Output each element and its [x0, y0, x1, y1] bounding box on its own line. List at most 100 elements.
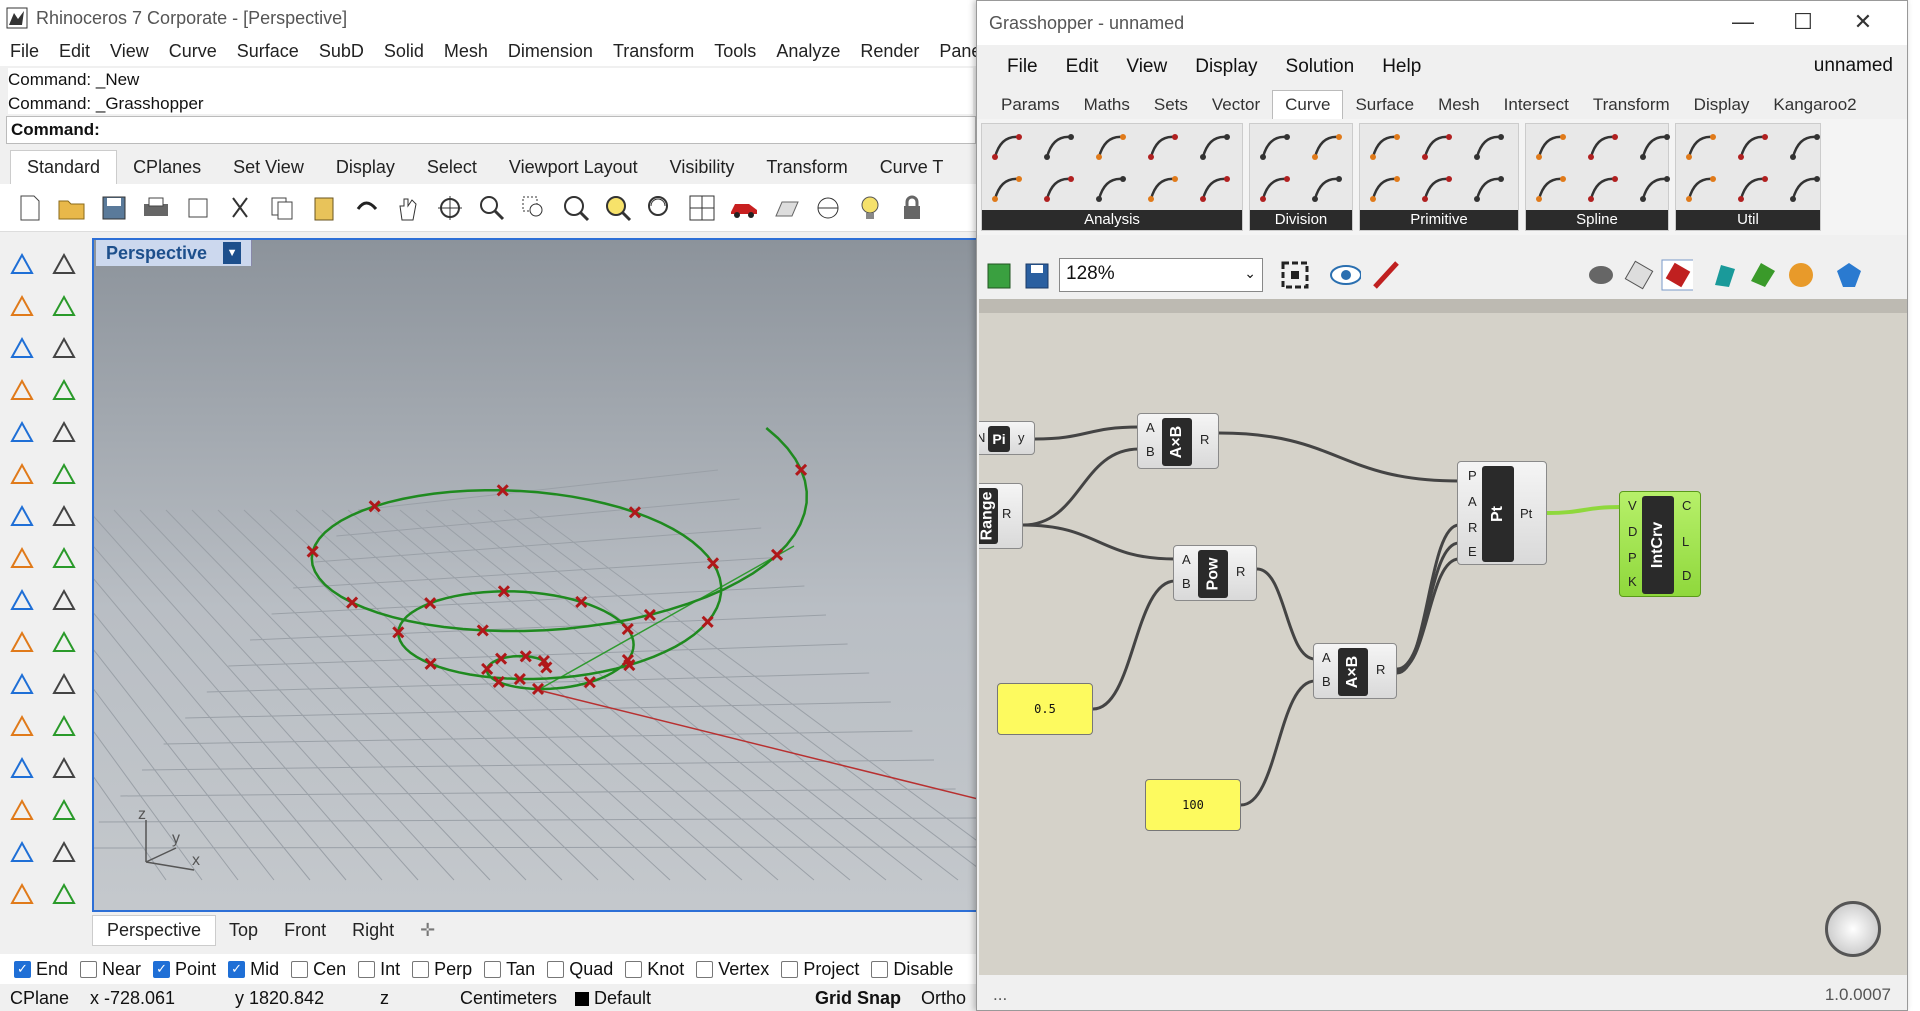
group-icon[interactable]	[46, 666, 82, 702]
box-icon[interactable]	[4, 498, 40, 534]
gh-tab-intersect[interactable]: Intersect	[1492, 91, 1581, 119]
command-input[interactable]: Command:	[6, 116, 976, 144]
menu-subd[interactable]: SubD	[309, 41, 374, 62]
menu-edit[interactable]: Edit	[49, 41, 100, 62]
grid-plane-icon[interactable]	[770, 192, 802, 224]
viewport-tab-right[interactable]: Right	[339, 920, 407, 941]
gh-wire[interactable]	[1240, 679, 1316, 807]
gh-tab-params[interactable]: Params	[989, 91, 1072, 119]
gh-tab-display[interactable]: Display	[1682, 91, 1762, 119]
checkbox[interactable]	[871, 960, 889, 978]
gh-component-range[interactable]: Range R	[979, 483, 1023, 549]
gh-tab-curve[interactable]: Curve	[1272, 90, 1344, 119]
menu-file[interactable]: File	[0, 41, 49, 62]
surface-edit-icon[interactable]	[46, 456, 82, 492]
checkbox[interactable]: ✓	[228, 960, 246, 978]
import-icon[interactable]	[182, 192, 214, 224]
gh-component-interpolate-curve[interactable]: V D P K IntCrv C L D	[1619, 491, 1701, 597]
curve-component-icon[interactable]	[1639, 173, 1671, 205]
curve-component-icon[interactable]	[1737, 131, 1769, 163]
gh-menu-solution[interactable]: Solution	[1272, 56, 1369, 78]
boolean-icon[interactable]	[4, 666, 40, 702]
osnap-mid[interactable]: ✓ Mid	[228, 959, 279, 980]
gh-menu-file[interactable]: File	[993, 56, 1052, 78]
control-point-marker[interactable]	[770, 548, 784, 561]
osnap-project[interactable]: Project	[781, 959, 859, 980]
array-icon[interactable]	[4, 792, 40, 828]
curve-component-icon[interactable]	[1685, 131, 1717, 163]
gh-wire[interactable]	[1396, 557, 1460, 673]
tab-transform[interactable]: Transform	[750, 151, 863, 184]
curve-component-icon[interactable]	[1259, 173, 1291, 205]
sketch-brush-icon[interactable]	[1371, 259, 1403, 291]
checkbox[interactable]	[484, 960, 502, 978]
open-file-icon[interactable]	[983, 259, 1015, 291]
lock-icon[interactable]	[896, 192, 928, 224]
save-file-icon[interactable]	[1021, 259, 1053, 291]
viewport-title[interactable]: Perspective ▼	[96, 240, 253, 266]
zoom-window-icon[interactable]	[518, 192, 550, 224]
perspective-viewport[interactable]: Perspective ▼ z y x	[92, 238, 980, 912]
mesh-settings-icon[interactable]	[1747, 259, 1779, 291]
maximize-icon[interactable]: ☐	[1783, 9, 1823, 35]
paste-icon[interactable]	[308, 192, 340, 224]
preview-wire-icon[interactable]	[1585, 259, 1617, 291]
more-tools-icon[interactable]	[4, 876, 40, 912]
control-point-marker[interactable]	[701, 615, 714, 628]
gh-menu-help[interactable]: Help	[1368, 56, 1435, 78]
text-icon[interactable]	[4, 750, 40, 786]
grid-icon[interactable]	[46, 834, 82, 870]
rotate-camera-icon[interactable]	[644, 192, 676, 224]
curve-component-icon[interactable]	[1587, 131, 1619, 163]
circle-icon[interactable]	[4, 330, 40, 366]
curve-component-icon[interactable]	[1199, 173, 1231, 205]
menu-render[interactable]: Render	[850, 41, 929, 62]
osnap-disable[interactable]: Disable	[871, 959, 953, 980]
control-point-marker[interactable]	[346, 596, 359, 609]
osnap-near[interactable]: Near	[80, 959, 141, 980]
number-slider-100[interactable]: 100	[1145, 779, 1241, 831]
gh-wire[interactable]	[1022, 523, 1176, 561]
tab-select[interactable]: Select	[411, 151, 493, 184]
dimension-icon[interactable]	[46, 750, 82, 786]
minimize-icon[interactable]: —	[1723, 9, 1763, 35]
gh-wire[interactable]	[1034, 425, 1140, 441]
checkbox[interactable]	[781, 960, 799, 978]
copy-icon[interactable]	[266, 192, 298, 224]
curve-component-icon[interactable]	[1095, 173, 1127, 205]
gh-tab-sets[interactable]: Sets	[1142, 91, 1200, 119]
viewport-layout-icon[interactable]	[686, 192, 718, 224]
gh-wire[interactable]	[1022, 447, 1140, 527]
tab-curve-tools[interactable]: Curve T	[864, 151, 960, 184]
viewport-tab-perspective[interactable]: Perspective	[92, 914, 217, 946]
ellipse-icon[interactable]	[46, 330, 82, 366]
gh-menu-edit[interactable]: Edit	[1052, 56, 1113, 78]
curve-icon[interactable]	[46, 288, 82, 324]
extrude-icon[interactable]	[46, 540, 82, 576]
gh-menu-display[interactable]: Display	[1181, 56, 1271, 78]
sphere-icon[interactable]	[46, 498, 82, 534]
render-car-icon[interactable]	[728, 192, 760, 224]
osnap-perp[interactable]: Perp	[412, 959, 472, 980]
gumball-icon[interactable]	[1833, 259, 1865, 291]
menu-view[interactable]: View	[100, 41, 159, 62]
split-icon[interactable]	[4, 624, 40, 660]
menu-mesh[interactable]: Mesh	[434, 41, 498, 62]
curve-component-icon[interactable]	[1639, 131, 1671, 163]
menu-dimension[interactable]: Dimension	[498, 41, 603, 62]
gh-wire[interactable]	[1256, 567, 1316, 661]
curve-component-icon[interactable]	[1311, 131, 1343, 163]
block-icon[interactable]	[4, 834, 40, 870]
print-icon[interactable]	[140, 192, 172, 224]
gh-component-multiply-2[interactable]: A B A×B R	[1313, 643, 1397, 699]
curve-component-icon[interactable]	[1789, 173, 1821, 205]
expand-icon[interactable]	[46, 876, 82, 912]
trim-icon[interactable]	[46, 582, 82, 618]
checkbox[interactable]	[696, 960, 714, 978]
curve-component-icon[interactable]	[1147, 173, 1179, 205]
menu-surface[interactable]: Surface	[227, 41, 309, 62]
curve-component-icon[interactable]	[1369, 131, 1401, 163]
curve-component-icon[interactable]	[1421, 131, 1453, 163]
spiral-curve[interactable]	[310, 427, 808, 691]
polygon-icon[interactable]	[4, 414, 40, 450]
